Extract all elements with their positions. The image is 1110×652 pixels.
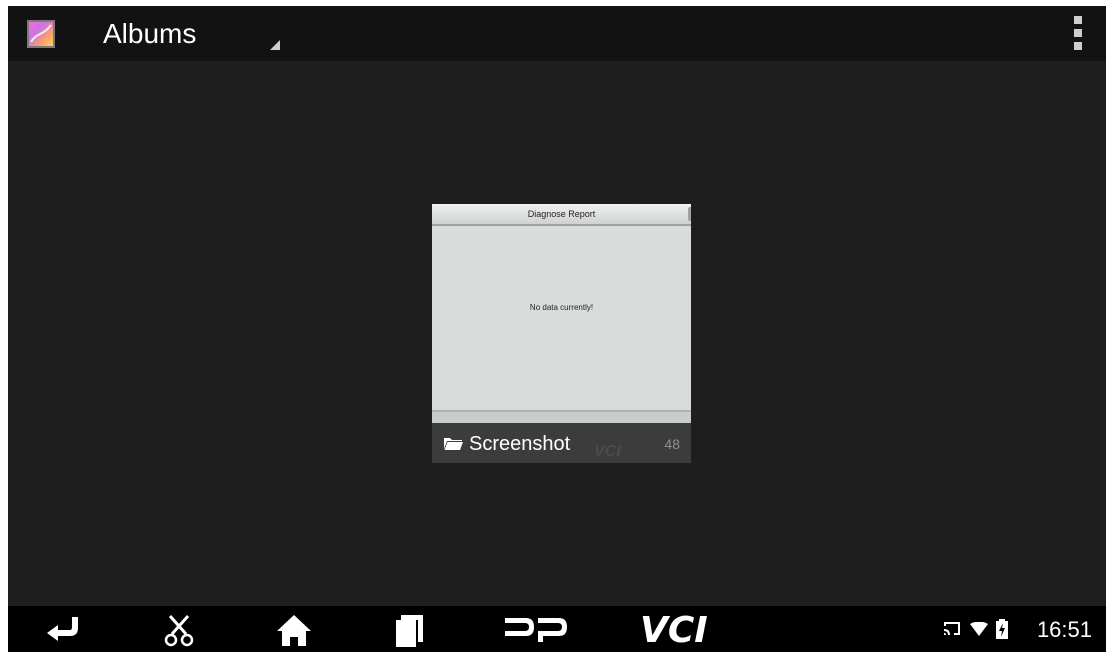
- back-icon: [47, 617, 78, 641]
- album-tile-screenshot[interactable]: Diagnose Report No data currently! VCI S…: [432, 204, 691, 463]
- scissors-icon: [164, 615, 194, 647]
- album-count: 48: [664, 436, 680, 452]
- cast-icon: [944, 622, 960, 635]
- folder-icon: [444, 438, 463, 450]
- wifi-icon: [970, 622, 988, 636]
- battery-charging-icon: [996, 619, 1008, 639]
- recent-apps-button[interactable]: [392, 606, 428, 652]
- overflow-menu-icon[interactable]: [1070, 16, 1086, 50]
- dp-button[interactable]: [502, 606, 572, 652]
- vci-label: VCI: [640, 610, 708, 651]
- thumbnail-body-text: No data currently!: [529, 303, 594, 312]
- thumbnail-ghost-vci: VCI: [594, 443, 621, 460]
- vci-icon: VCI: [640, 610, 708, 651]
- gallery-app-icon[interactable]: [27, 20, 55, 48]
- back-button[interactable]: [42, 606, 86, 652]
- home-button[interactable]: [274, 606, 314, 652]
- thumbnail-header: Diagnose Report: [432, 204, 691, 226]
- navigation-bar: VCI 16:51: [8, 606, 1106, 652]
- dp-icon: [505, 618, 567, 642]
- screen: Albums Diagnose Report No data currently…: [8, 6, 1106, 652]
- recent-apps-icon: [396, 615, 423, 647]
- dropdown-indicator-icon[interactable]: [270, 40, 280, 50]
- page-title[interactable]: Albums: [103, 18, 196, 50]
- status-area: 16:51: [942, 606, 1092, 652]
- action-bar: Albums: [8, 6, 1106, 61]
- screenshot-button[interactable]: [162, 606, 196, 652]
- status-clock: 16:51: [1036, 617, 1092, 642]
- album-label-bar: VCI Screenshot 48: [432, 423, 691, 463]
- album-name: Screenshot: [469, 433, 571, 455]
- home-icon: [277, 615, 311, 646]
- vci-button[interactable]: VCI: [636, 606, 716, 652]
- thumbnail-header-edge: [688, 207, 691, 221]
